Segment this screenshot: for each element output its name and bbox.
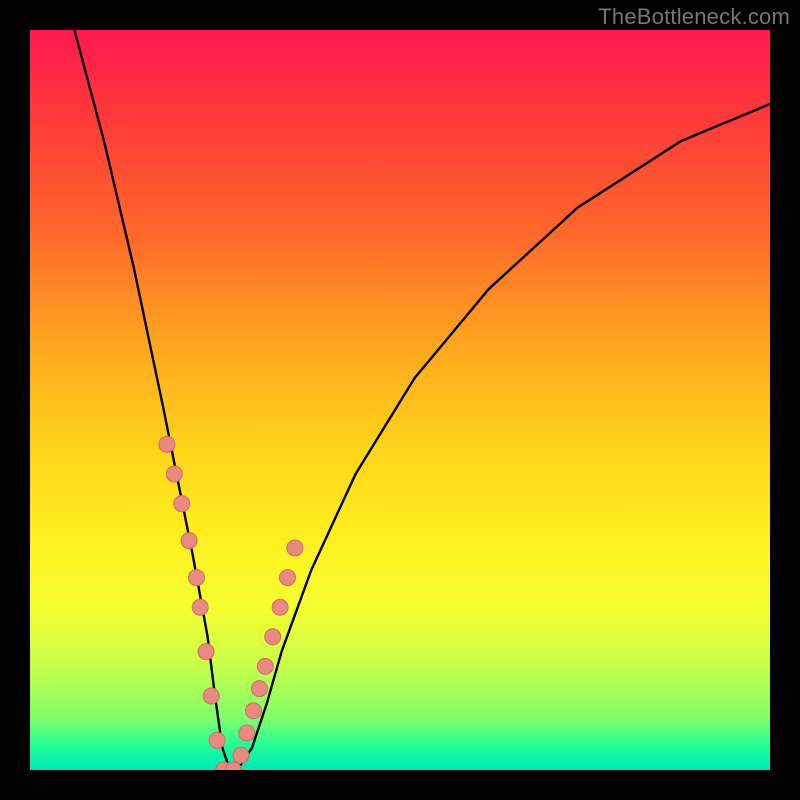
marker-point [189, 570, 205, 586]
marker-point [159, 436, 175, 452]
plot-area [30, 30, 770, 770]
marker-point [239, 725, 255, 741]
bottleneck-curve [74, 30, 770, 770]
marker-point [272, 599, 288, 615]
watermark-text: TheBottleneck.com [598, 4, 790, 30]
marker-point [233, 747, 249, 763]
marker-point [265, 629, 281, 645]
marker-point [198, 644, 214, 660]
marker-point [251, 681, 267, 697]
sample-markers [159, 436, 303, 770]
marker-point [280, 570, 296, 586]
marker-point [174, 496, 190, 512]
chart-svg [30, 30, 770, 770]
marker-point [181, 533, 197, 549]
marker-point [257, 658, 273, 674]
marker-point [166, 466, 182, 482]
marker-point [192, 599, 208, 615]
marker-point [287, 540, 303, 556]
chart-frame: TheBottleneck.com [0, 0, 800, 800]
marker-point [209, 732, 225, 748]
marker-point [246, 703, 262, 719]
marker-point [203, 688, 219, 704]
